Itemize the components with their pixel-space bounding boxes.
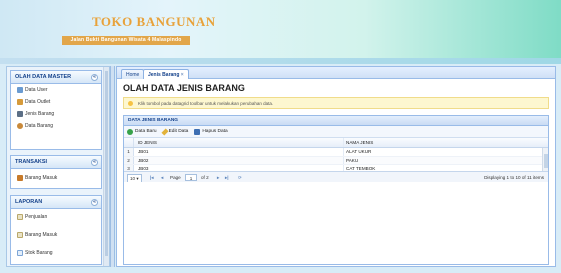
panel-header[interactable]: OLAH DATA MASTER « [11, 71, 101, 84]
cell-nama-jenis: ALAT UKUR [346, 149, 372, 154]
notice-text: Klik tombol pada datagrid toolbar untuk … [138, 101, 274, 106]
collapse-icon[interactable]: « [91, 199, 98, 206]
panel-title: LAPORAN [15, 199, 43, 205]
panel-title: OLAH DATA MASTER [15, 74, 72, 80]
grid-header: ID JENIS NAMA JENIS [124, 138, 548, 148]
header-divider [0, 58, 561, 64]
panel-transaksi: TRANSAKSI « Barang Masuk [10, 155, 102, 189]
sidebar-item-laporan-barang-masuk[interactable]: Barang Masuk [11, 229, 101, 241]
pencil-icon [161, 127, 169, 136]
report-icon [17, 214, 23, 220]
edit-data-button[interactable]: Edit Data [161, 127, 189, 136]
panel-header[interactable]: LAPORAN « [11, 196, 101, 209]
panel-title: TRANSAKSI [15, 159, 48, 165]
collapse-icon[interactable]: « [91, 159, 98, 166]
add-icon [127, 128, 133, 135]
users-icon [17, 87, 23, 93]
delete-data-button[interactable]: Hapus Data [194, 128, 228, 135]
tab-home[interactable]: Home [121, 69, 145, 79]
sidebar-item-label: Data Outlet [25, 99, 51, 105]
outlet-icon [17, 99, 23, 105]
sidebar-item-barang-masuk[interactable]: Barang Masuk [11, 172, 101, 184]
data-grid: DATA JENIS BARANG Data Baru Edit Data Ha… [123, 115, 549, 265]
info-notice: Klik tombol pada datagrid toolbar untuk … [123, 97, 549, 109]
cell-id-jenis: JB01 [134, 148, 344, 156]
sidebar-item-jenis-barang[interactable]: Jenis Barang [11, 108, 101, 120]
cell-nama-jenis: PAKU [346, 157, 359, 163]
sidebar-item-label: Barang Masuk [25, 175, 58, 181]
sidebar-item-label: Jenis Barang [25, 111, 55, 117]
sidebar-item-data-user[interactable]: Data User [11, 84, 101, 96]
scrollbar-thumb[interactable] [544, 154, 548, 168]
column-header-nama-jenis[interactable]: NAMA JENIS [344, 138, 548, 147]
scrollbar-thumb[interactable] [105, 71, 108, 256]
cell-id-jenis: JB02 [134, 156, 344, 164]
lightbulb-icon [128, 101, 133, 106]
button-label: Hapus Data [202, 129, 228, 134]
add-data-button[interactable]: Data Baru [127, 128, 157, 135]
panel-olah-data-master: OLAH DATA MASTER « Data User Data Outlet… [10, 70, 102, 150]
close-icon[interactable]: × [181, 72, 184, 78]
grid-empty-area [124, 182, 548, 264]
column-header-id-jenis[interactable]: ID JENIS [134, 138, 344, 147]
app-title: TOKO BANGUNAN [92, 14, 216, 29]
grid-title: DATA JENIS BARANG [124, 116, 548, 126]
stock-icon [17, 250, 23, 256]
row-number: 1 [124, 148, 134, 156]
pagination-bar: 10 ▾ |◂ ◂ Page 1 of 2 ▸ ▸| ⟳ Displaying … [124, 171, 548, 183]
box-icon [17, 123, 23, 129]
splitter-bar[interactable] [110, 66, 115, 267]
tab-label: Home [126, 72, 140, 78]
button-label: Data Baru [135, 129, 157, 134]
grid-toolbar: Data Baru Edit Data Hapus Data [124, 126, 548, 138]
collapse-icon[interactable]: « [91, 74, 98, 81]
app-subtitle: Jalan Bukti Bangunan Wisata 4 Malaspindo [62, 36, 190, 45]
row-number: 2 [124, 156, 134, 164]
page-title: OLAH DATA JENIS BARANG [123, 83, 245, 93]
main-content: Home Jenis Barang × OLAH DATA JENIS BARA… [116, 66, 556, 267]
report-icon [17, 232, 23, 238]
row-number-header [124, 138, 134, 147]
sidebar-scrollbar[interactable] [103, 67, 109, 266]
category-icon [17, 111, 23, 117]
sidebar-item-label: Barang Masuk [25, 232, 58, 238]
panel-laporan: LAPORAN « Penjualan Barang Masuk Stok Ba… [10, 195, 102, 265]
sidebar-item-data-barang[interactable]: Data Barang [11, 120, 101, 132]
sidebar-item-label: Stok Barang [25, 250, 53, 256]
delete-icon [194, 128, 201, 135]
sidebar: OLAH DATA MASTER « Data User Data Outlet… [6, 66, 110, 267]
sidebar-item-label: Data Barang [25, 123, 54, 129]
tab-label: Jenis Barang [148, 72, 180, 78]
page-size-value: 10 [130, 176, 136, 181]
incoming-icon [17, 175, 23, 181]
sidebar-item-label: Penjualan [25, 214, 48, 220]
app-header: TOKO BANGUNAN Jalan Bukti Bangunan Wisat… [0, 0, 561, 64]
sidebar-item-label: Data User [25, 87, 48, 93]
tab-jenis-barang[interactable]: Jenis Barang × [143, 69, 189, 79]
sidebar-item-penjualan[interactable]: Penjualan [11, 211, 101, 223]
table-row[interactable]: 1 JB01 ALAT UKUR [124, 148, 548, 157]
page-number-input[interactable]: 1 [185, 174, 197, 181]
sidebar-item-stok-barang[interactable]: Stok Barang [11, 247, 101, 259]
table-row[interactable]: 2 JB02 PAKU [124, 156, 548, 165]
button-label: Edit Data [168, 129, 189, 134]
tab-bar: Home Jenis Barang × [117, 67, 555, 79]
panel-header[interactable]: TRANSAKSI « [11, 156, 101, 169]
sidebar-item-data-outlet[interactable]: Data Outlet [11, 96, 101, 108]
